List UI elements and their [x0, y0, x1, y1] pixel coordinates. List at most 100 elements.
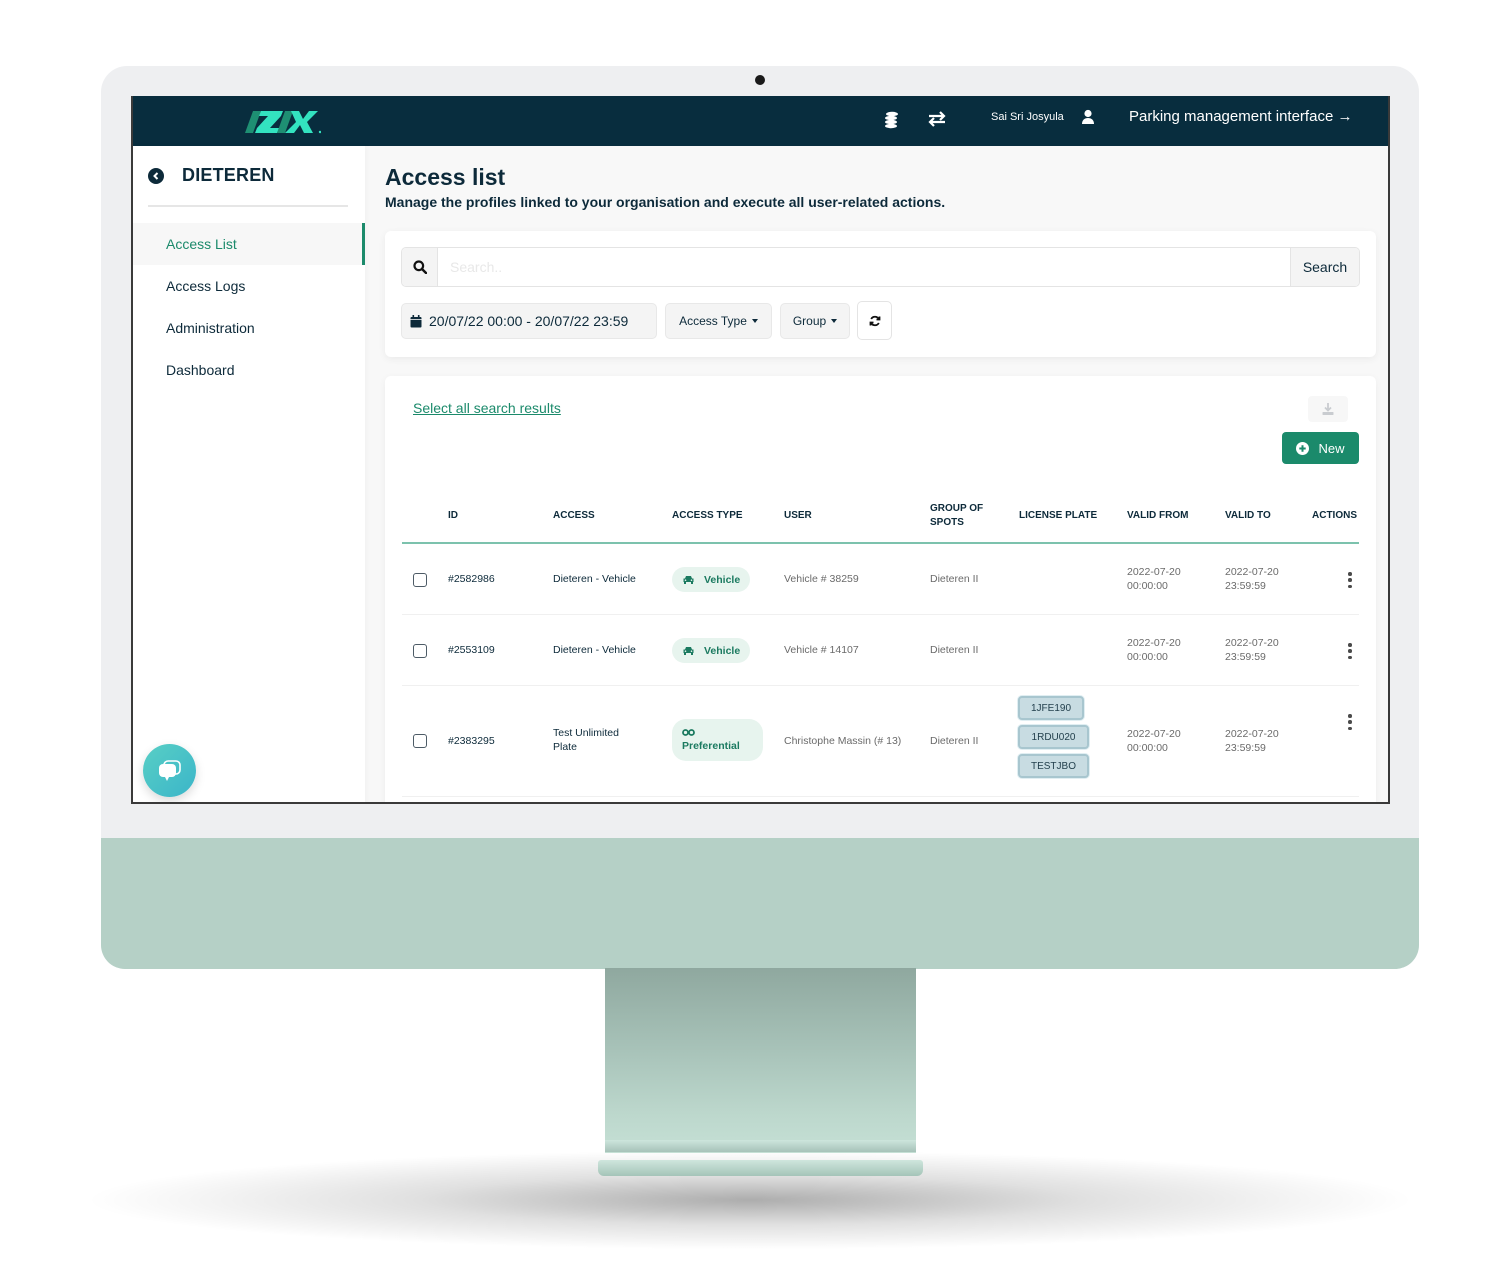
row-valid-from: 2022-07-20 00:00:00 — [1127, 636, 1181, 664]
select-all-link[interactable]: Select all search results — [413, 400, 561, 416]
license-plate-tag: 1JFE190 — [1018, 696, 1084, 720]
row-id: #2582986 — [448, 573, 495, 585]
table-row[interactable]: #2582986 Dieteren - Vehicle Vehicle Vehi… — [402, 544, 1359, 615]
row-checkbox[interactable] — [413, 644, 427, 658]
valid-from-time: 00:00:00 — [1127, 651, 1168, 663]
date-range-picker[interactable]: 20/07/22 00:00 - 20/07/22 23:59 — [401, 303, 657, 339]
sidebar-item-access-logs[interactable]: Access Logs — [133, 265, 365, 307]
valid-to-time: 23:59:59 — [1225, 651, 1266, 663]
row-valid-from: 2022-07-20 00:00:00 — [1127, 565, 1181, 593]
column-header-access-type[interactable]: ACCESS TYPE — [672, 509, 743, 523]
sidebar-divider — [148, 205, 348, 207]
plus-circle-icon — [1296, 441, 1310, 455]
new-button[interactable]: New — [1282, 432, 1359, 464]
search-input[interactable] — [438, 248, 1290, 286]
row-user: Vehicle # 14107 — [784, 644, 859, 656]
valid-to-time: 23:59:59 — [1225, 742, 1266, 754]
column-header-group-of-spots[interactable]: GROUP OF SPOTS — [930, 502, 990, 530]
table-row[interactable]: #2383295 Test Unlimited Plate Preferenti… — [402, 686, 1359, 797]
parking-management-interface-link[interactable]: Parking management interface → — [1129, 108, 1352, 125]
calendar-icon — [410, 314, 422, 327]
sidebar-item-dashboard[interactable]: Dashboard — [133, 349, 365, 391]
back-icon[interactable] — [148, 168, 164, 184]
top-navbar: Sai Sri Josyula Parking management inter… — [133, 96, 1388, 146]
column-header-valid-to[interactable]: VALID TO — [1225, 509, 1271, 523]
group-dropdown[interactable]: Group — [780, 303, 850, 339]
row-valid-to: 2022-07-20 23:59:59 — [1225, 565, 1279, 593]
car-icon — [683, 576, 694, 584]
download-icon — [1322, 403, 1334, 415]
logo-icon — [245, 111, 321, 134]
caret-down-icon — [831, 319, 838, 323]
row-actions-menu-icon[interactable] — [1347, 643, 1353, 659]
coins-icon[interactable] — [882, 109, 904, 131]
sidebar: DIETEREN Access List Access Logs Adminis… — [133, 146, 365, 802]
row-actions-menu-icon[interactable] — [1347, 714, 1353, 730]
table-header: ID ACCESS ACCESS TYPE USER GROUP OF SPOT… — [402, 488, 1359, 544]
infinity-icon — [682, 728, 695, 736]
table-row[interactable]: #2553109 Dieteren - Vehicle Vehicle Vehi… — [402, 615, 1359, 686]
column-header-access[interactable]: ACCESS — [553, 509, 595, 523]
refresh-button[interactable] — [857, 301, 892, 340]
valid-to-date: 2022-07-20 — [1225, 728, 1279, 740]
access-type-label: Vehicle — [704, 573, 741, 586]
row-group: Dieteren II — [930, 735, 979, 747]
row-access: Dieteren - Vehicle — [553, 573, 636, 585]
access-table-card: Select all search results New ID ACCESS … — [385, 376, 1376, 802]
camera-icon — [755, 75, 765, 85]
access-type-label: Vehicle — [704, 644, 741, 657]
column-header-actions: ACTIONS — [1312, 510, 1357, 521]
logo[interactable] — [237, 105, 321, 135]
valid-from-time: 00:00:00 — [1127, 580, 1168, 592]
valid-from-date: 2022-07-20 — [1127, 637, 1181, 649]
search-button[interactable]: Search — [1290, 248, 1359, 286]
sidebar-item-administration[interactable]: Administration — [133, 307, 365, 349]
page-subtitle: Manage the profiles linked to your organ… — [385, 194, 946, 210]
access-type-dropdown[interactable]: Access Type — [665, 303, 772, 339]
access-type-label: Preferential — [682, 739, 740, 752]
filter-card: Search 20/07/22 00:00 - 20/07/22 23:59 A… — [385, 231, 1376, 357]
chat-button[interactable] — [143, 744, 196, 797]
valid-from-date: 2022-07-20 — [1127, 566, 1181, 578]
column-header-license-plate[interactable]: LICENSE PLATE — [1019, 509, 1097, 523]
valid-to-date: 2022-07-20 — [1225, 566, 1279, 578]
download-button[interactable] — [1308, 396, 1348, 422]
row-id: #2553109 — [448, 644, 495, 656]
row-valid-from: 2022-07-20 00:00:00 — [1127, 727, 1181, 755]
row-valid-to: 2022-07-20 23:59:59 — [1225, 727, 1279, 755]
valid-from-time: 00:00:00 — [1127, 742, 1168, 754]
date-range-value: 20/07/22 00:00 - 20/07/22 23:59 — [429, 313, 629, 329]
user-name[interactable]: Sai Sri Josyula — [991, 111, 1064, 123]
monitor-stand — [605, 968, 916, 1153]
screen: Sai Sri Josyula Parking management inter… — [131, 96, 1390, 804]
row-checkbox[interactable] — [413, 734, 427, 748]
user-icon[interactable] — [1081, 109, 1095, 130]
row-access: Dieteren - Vehicle — [553, 644, 636, 656]
sidebar-item-access-list[interactable]: Access List — [133, 223, 365, 265]
license-plate-tag: TESTJBO — [1018, 754, 1089, 778]
access-type-badge: Preferential — [672, 719, 763, 761]
new-button-label: New — [1318, 440, 1345, 456]
row-checkbox[interactable] — [413, 573, 427, 587]
transfer-arrows-icon[interactable] — [927, 109, 949, 131]
car-icon — [683, 647, 694, 655]
organisation-name: DIETEREN — [182, 165, 275, 185]
access-type-badge: Vehicle — [672, 638, 750, 663]
valid-to-date: 2022-07-20 — [1225, 637, 1279, 649]
row-user: Vehicle # 38259 — [784, 573, 859, 585]
license-plate-tag: 1RDU020 — [1018, 725, 1089, 749]
column-header-user[interactable]: USER — [784, 509, 812, 523]
row-access-line: Plate — [553, 741, 577, 753]
search-bar: Search — [401, 247, 1360, 287]
access-type-label: Access Type — [679, 314, 747, 328]
main-content: Access list Manage the profiles linked t… — [365, 146, 1388, 802]
column-header-valid-from[interactable]: VALID FROM — [1127, 509, 1188, 523]
group-label: Group — [792, 314, 827, 328]
row-id: #2383295 — [448, 735, 495, 747]
row-valid-to: 2022-07-20 23:59:59 — [1225, 636, 1279, 664]
access-type-badge: Vehicle — [672, 567, 750, 592]
chat-bubble-icon — [158, 759, 181, 781]
row-actions-menu-icon[interactable] — [1347, 572, 1353, 588]
search-icon — [402, 248, 438, 286]
column-header-id[interactable]: ID — [448, 509, 458, 523]
